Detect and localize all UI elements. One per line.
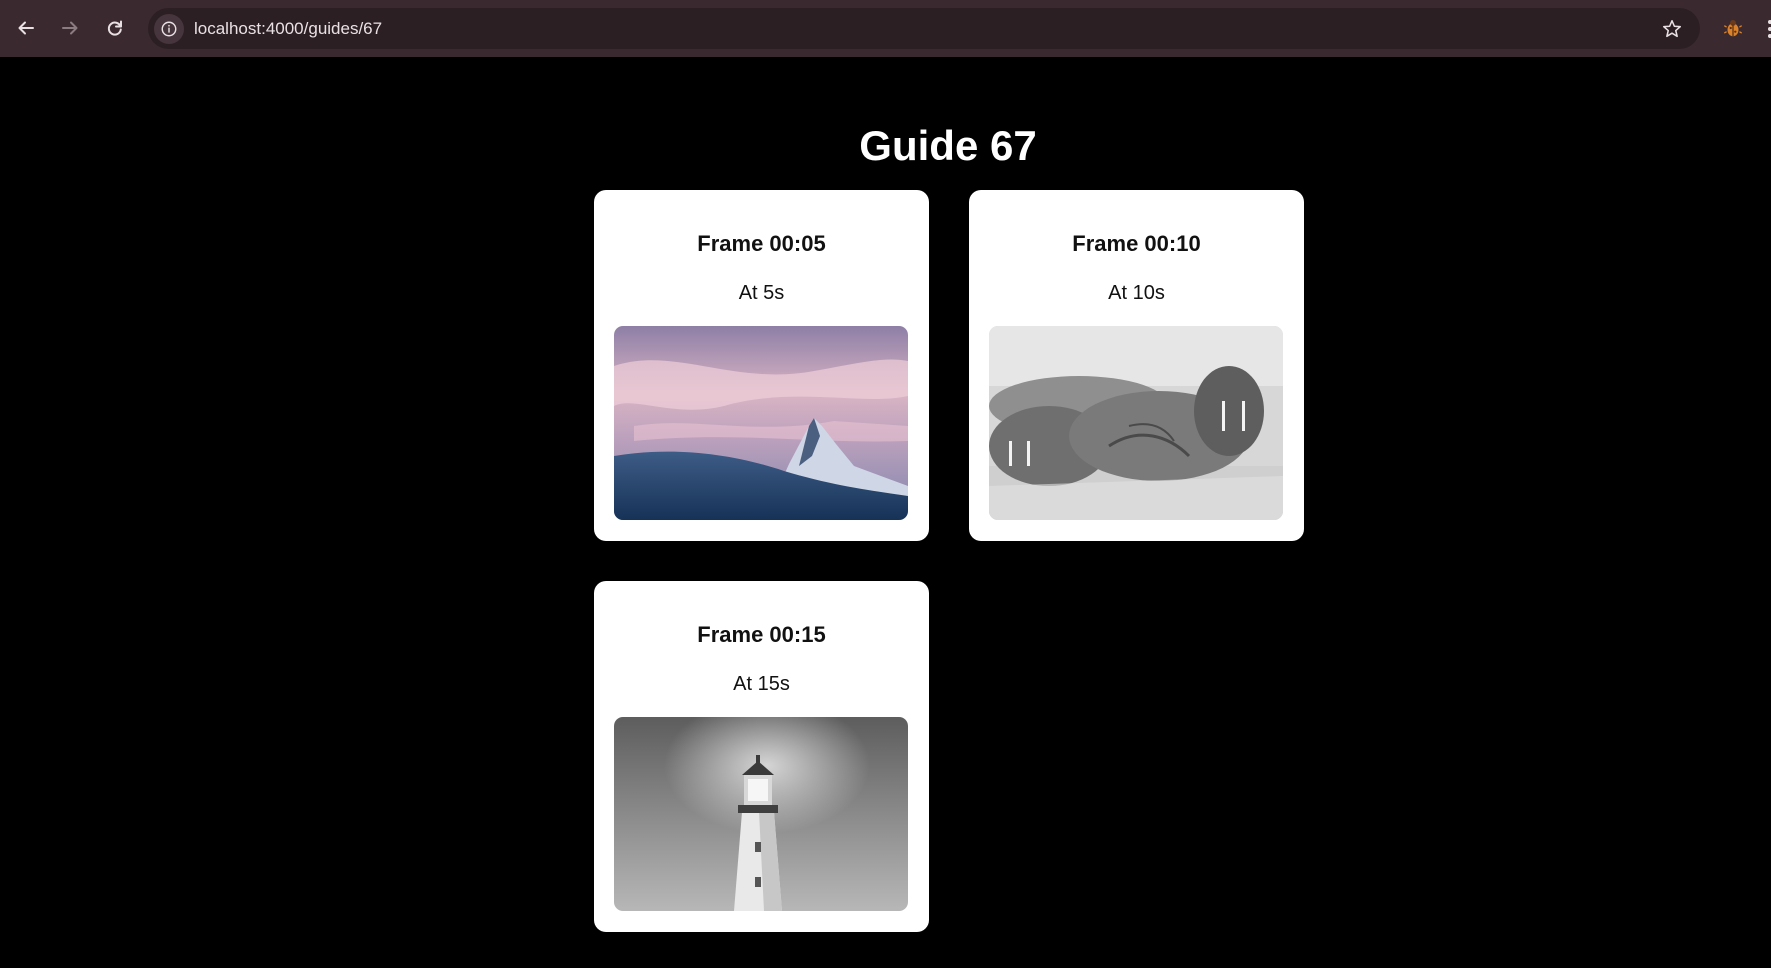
frame-timestamp: At 15s — [733, 673, 790, 695]
url-text[interactable]: localhost:4000/guides/67 — [194, 19, 382, 39]
arrow-left-icon — [18, 21, 34, 35]
star-icon — [1662, 19, 1682, 38]
site-info-button[interactable] — [154, 13, 184, 44]
frame-timestamp: At 5s — [738, 282, 785, 304]
back-button[interactable] — [6, 8, 46, 48]
frame-image-walrus — [989, 326, 1283, 520]
frame-image-lighthouse — [614, 717, 908, 911]
page-content: Guide 67 Frame 00:05 At 5s Frame 00:10 A… — [0, 57, 1771, 968]
info-icon — [161, 21, 177, 36]
frame-title: Frame 00:15 — [697, 622, 826, 647]
frame-timestamp: At 10s — [1108, 282, 1165, 304]
frame-title: Frame 00:10 — [1072, 231, 1201, 256]
browser-toolbar: localhost:4000/guides/67 — [0, 0, 1771, 57]
reload-icon — [107, 20, 122, 36]
extension-button[interactable] — [1720, 15, 1746, 41]
address-bar[interactable]: localhost:4000/guides/67 — [148, 8, 1700, 49]
arrow-right-icon — [62, 21, 78, 35]
frame-image-mountain — [614, 326, 908, 520]
frame-card: Frame 00:10 At 10s — [969, 190, 1304, 541]
forward-button[interactable] — [50, 8, 90, 48]
frame-card: Frame 00:15 At 15s — [594, 581, 929, 932]
frame-title: Frame 00:05 — [697, 231, 826, 256]
reload-button[interactable] — [95, 8, 135, 48]
page-title: Guide 67 — [859, 122, 1037, 169]
bug-extension-icon — [1723, 20, 1743, 37]
menu-icon[interactable] — [1762, 18, 1771, 40]
menu-dots-icon — [1768, 20, 1771, 38]
bookmark-button[interactable] — [1660, 17, 1684, 41]
frame-card: Frame 00:05 At 5s — [594, 190, 929, 541]
